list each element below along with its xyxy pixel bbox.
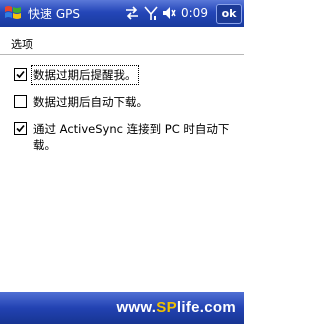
app-title: 快速 GPS bbox=[28, 7, 80, 21]
checkbox-auto-download-activesync[interactable] bbox=[14, 122, 27, 135]
signal-icon[interactable] bbox=[144, 5, 158, 21]
section-divider bbox=[0, 54, 244, 55]
watermark-logo: www.SPlife.com bbox=[116, 299, 236, 316]
option-label: 数据过期后自动下载。 bbox=[33, 95, 148, 109]
status-icons: 0:09 bbox=[124, 4, 208, 22]
option-label: 通过 ActiveSync 连接到 PC 时自动下载。 bbox=[33, 122, 230, 152]
menu-bar: www.SPlife.com bbox=[0, 292, 244, 324]
option-label: 数据过期后提醒我。 bbox=[31, 65, 139, 85]
clock[interactable]: 0:09 bbox=[181, 6, 208, 20]
title-bar: 快速 GPS 0:09 ok bbox=[0, 0, 244, 27]
tab-options-label: 选项 bbox=[11, 38, 33, 51]
checkbox-auto-download-expired[interactable] bbox=[14, 95, 27, 108]
watermark-prefix: www. bbox=[116, 299, 157, 316]
ok-button[interactable]: ok bbox=[216, 4, 242, 24]
windows-flag-icon[interactable] bbox=[3, 3, 23, 23]
checkbox-remind-expired[interactable] bbox=[14, 68, 27, 81]
sync-arrows-icon[interactable] bbox=[124, 6, 140, 20]
volume-icon[interactable] bbox=[162, 6, 176, 20]
watermark-brand: SP bbox=[156, 299, 177, 316]
watermark-suffix: life.com bbox=[176, 299, 236, 316]
